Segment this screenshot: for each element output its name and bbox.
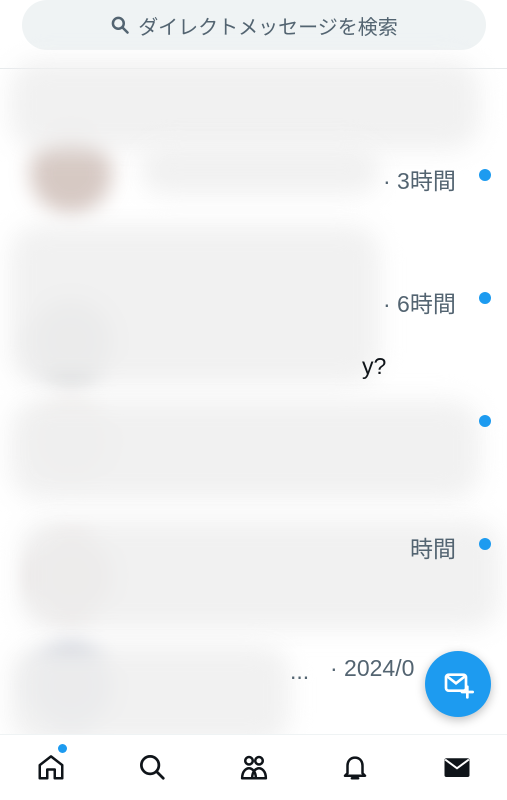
- dm-search-bar[interactable]: ダイレクトメッセージを検索: [22, 0, 486, 50]
- search-icon: [111, 16, 129, 34]
- communities-icon: [240, 755, 268, 780]
- redacted-block: [10, 400, 480, 500]
- conversation-time: · 2024/0: [330, 655, 415, 681]
- conversation-row[interactable]: 時間: [0, 500, 507, 630]
- bottom-navigation: [0, 734, 507, 800]
- home-notification-dot: [58, 744, 67, 753]
- new-message-button[interactable]: [425, 651, 491, 717]
- new-message-icon: [444, 673, 474, 699]
- nav-home[interactable]: [29, 747, 73, 787]
- message-preview: ...: [290, 658, 310, 684]
- search-icon: [140, 755, 165, 780]
- home-icon: [38, 755, 64, 780]
- redacted-block: [10, 60, 480, 150]
- conversation-time: · 6時間: [383, 291, 456, 317]
- unread-dot: [479, 169, 491, 181]
- conversation-row[interactable]: · 6時間 y?: [0, 225, 507, 385]
- conversation-time: 時間: [410, 536, 456, 562]
- nav-search[interactable]: [130, 747, 174, 787]
- search-placeholder: ダイレクトメッセージを検索: [138, 16, 398, 39]
- unread-dot: [479, 292, 491, 304]
- redacted-block: [140, 145, 380, 195]
- notifications-bell-icon: [343, 756, 367, 780]
- conversation-time: · 3時間: [383, 168, 456, 194]
- messages-envelope-icon: [444, 758, 470, 777]
- unread-dot: [479, 415, 491, 427]
- conversation-row[interactable]: [0, 375, 507, 500]
- nav-communities[interactable]: [232, 747, 276, 787]
- nav-notifications[interactable]: [333, 747, 377, 787]
- redacted-block: [10, 225, 380, 385]
- redacted-block: [10, 645, 290, 745]
- conversation-row[interactable]: · 3時間: [0, 60, 507, 235]
- nav-messages[interactable]: [435, 747, 479, 787]
- unread-dot: [479, 538, 491, 550]
